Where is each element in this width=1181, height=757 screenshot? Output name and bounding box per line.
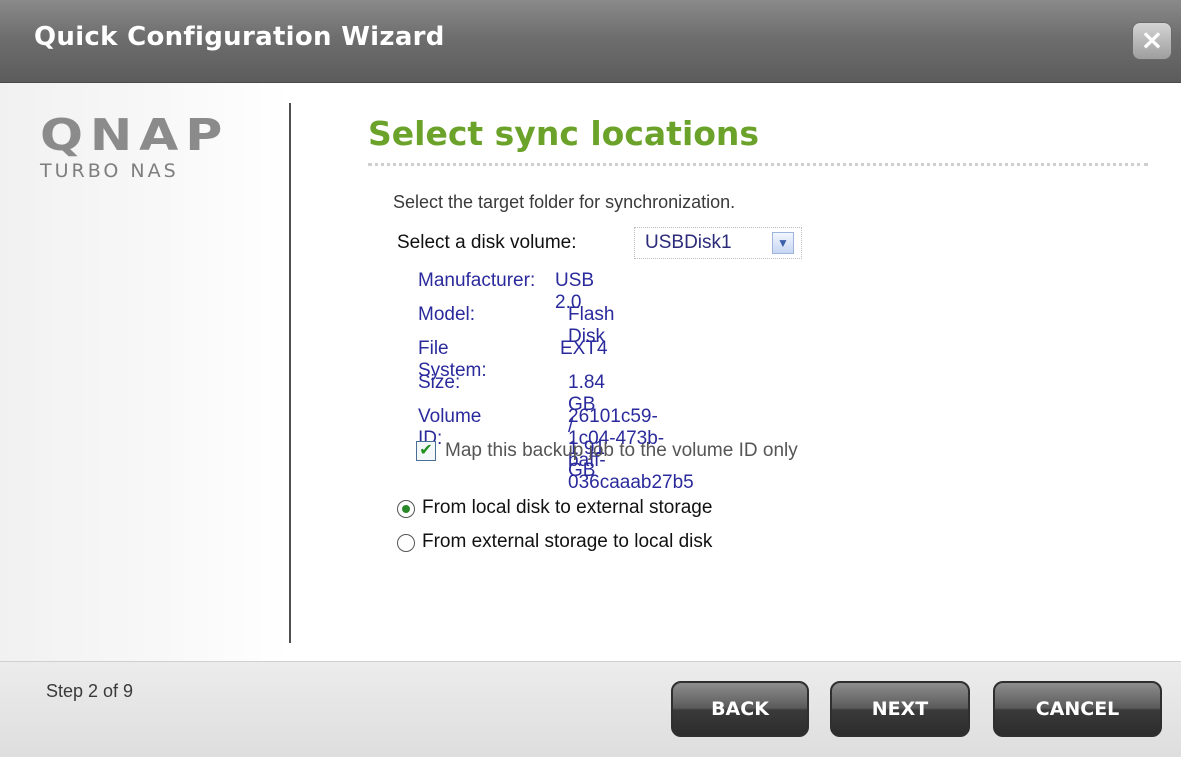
size-label: Size: xyxy=(418,372,461,393)
radio-selected-dot xyxy=(402,505,410,513)
next-button[interactable]: NEXT xyxy=(830,681,970,737)
qnap-logo: QNAP xyxy=(40,110,230,161)
chevron-down-icon[interactable]: ▼ xyxy=(772,232,794,254)
external-to-local-radio[interactable] xyxy=(397,534,415,552)
instruction-text: Select the target folder for synchroniza… xyxy=(393,192,736,212)
local-to-external-label[interactable]: From local disk to external storage xyxy=(422,497,712,519)
title-separator xyxy=(368,163,1148,166)
disk-volume-label: Select a disk volume: xyxy=(397,232,577,253)
logo-subtitle: TURBO NAS xyxy=(40,160,179,182)
disk-volume-select[interactable]: USBDisk1 ▼ xyxy=(634,227,802,259)
map-volume-checkbox[interactable]: ✔ xyxy=(416,441,436,461)
manufacturer-label: Manufacturer: xyxy=(418,270,536,291)
filesystem-value: EXT4 xyxy=(560,338,608,359)
step-indicator: Step 2 of 9 xyxy=(46,681,134,701)
back-button[interactable]: BACK xyxy=(671,681,809,737)
window-title: Quick Configuration Wizard xyxy=(34,22,445,52)
title-bar: Quick Configuration Wizard × xyxy=(0,0,1181,83)
external-to-local-label[interactable]: From external storage to local disk xyxy=(422,531,712,553)
cancel-button[interactable]: CANCEL xyxy=(993,681,1162,737)
local-to-external-radio[interactable] xyxy=(397,500,415,518)
disk-volume-value: USBDisk1 xyxy=(645,232,732,253)
sidebar-divider xyxy=(289,103,291,643)
close-icon: × xyxy=(1140,23,1164,56)
page-title: Select sync locations xyxy=(368,114,760,153)
close-button[interactable]: × xyxy=(1132,22,1172,60)
map-volume-label: Map this backup job to the volume ID onl… xyxy=(445,440,798,461)
checkmark-icon: ✔ xyxy=(419,442,433,459)
model-label: Model: xyxy=(418,304,476,325)
